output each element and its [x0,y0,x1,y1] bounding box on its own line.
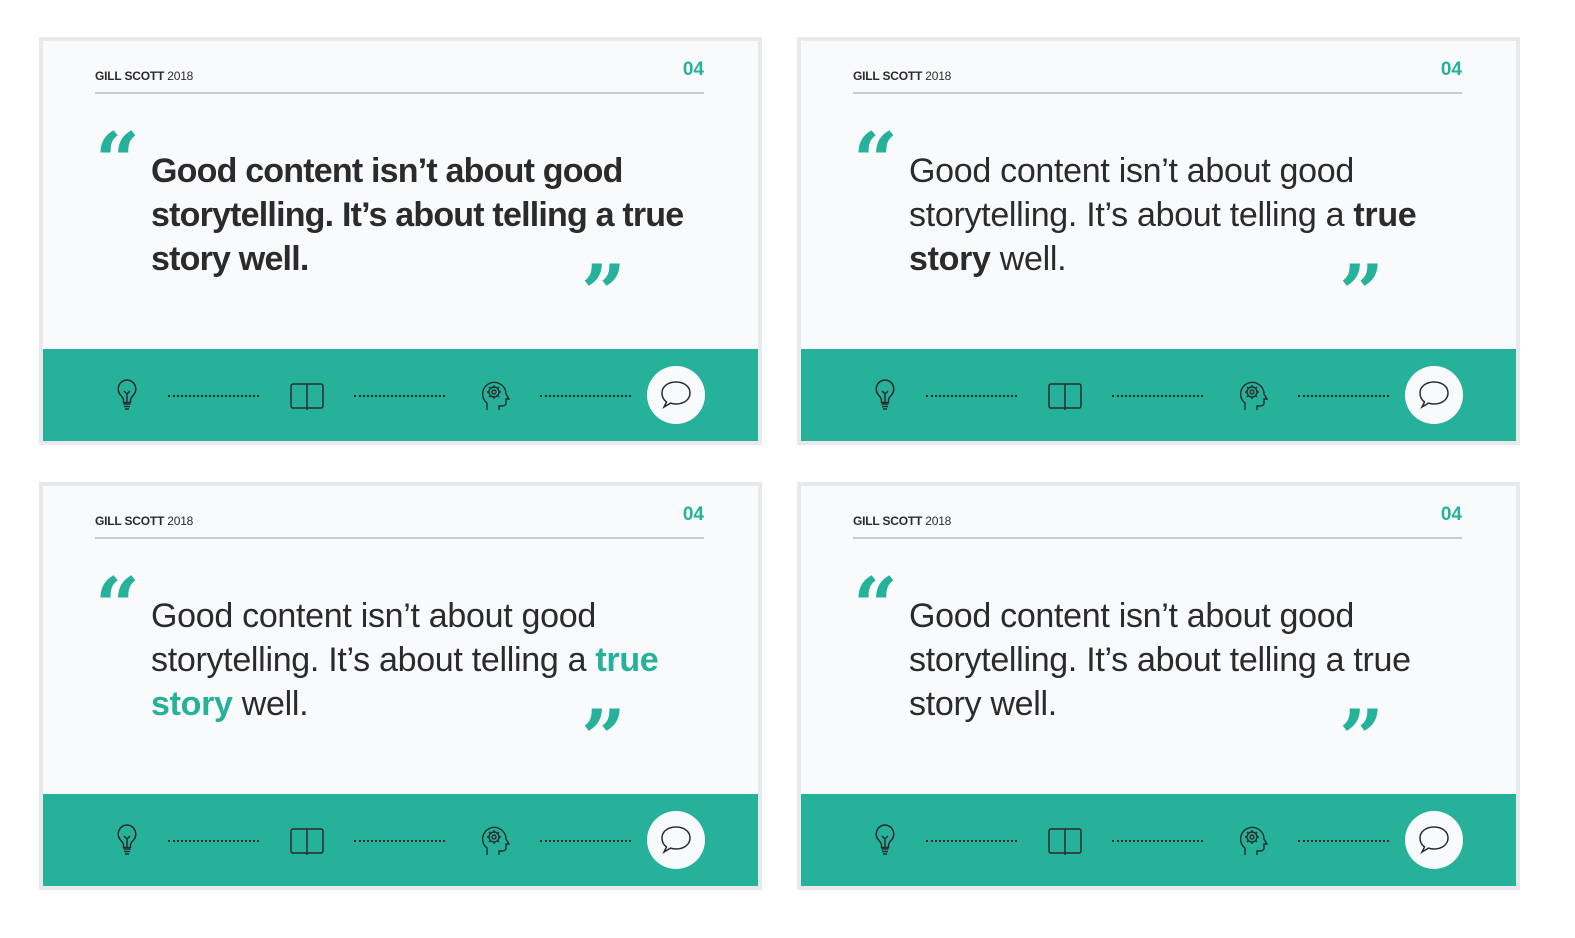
dotted-connector [1112,395,1203,397]
slide-card-highlight-bold: GILL SCOTT 2018 04 “ Good content isn’t … [797,37,1520,445]
head-gear-icon [477,375,513,415]
progress-band [801,349,1516,441]
slide-header: GILL SCOTT 2018 04 [95,504,704,539]
head-gear-icon [1235,375,1271,415]
head-gear-icon [477,820,513,860]
book-icon [1047,375,1083,415]
dotted-connector [1112,840,1203,842]
dotted-connector [540,840,631,842]
book-icon [1047,820,1083,860]
open-quote-mark: “ [95,561,140,652]
dotted-connector [354,840,445,842]
dotted-connector [1298,840,1389,842]
dotted-connector [926,395,1017,397]
close-quote-mark: ” [1339,248,1384,339]
progress-band [43,794,758,886]
page-number: 04 [1440,59,1462,80]
open-quote-mark: “ [853,561,898,652]
dotted-connector [168,395,259,397]
brand-label: GILL SCOTT 2018 [853,514,952,528]
brand-label: GILL SCOTT 2018 [853,69,952,83]
dotted-connector [354,395,445,397]
close-quote-mark: ” [581,248,626,339]
lightbulb-icon [109,375,145,415]
brand-label: GILL SCOTT 2018 [95,514,194,528]
lightbulb-icon [867,820,903,860]
slide-card-highlight-green: GILL SCOTT 2018 04 “ Good content isn’t … [39,482,762,890]
progress-band [801,794,1516,886]
open-quote-mark: “ [95,116,140,207]
dotted-connector [540,395,631,397]
chat-bubble-icon [1419,381,1449,409]
page-number: 04 [682,504,704,525]
close-quote-mark: ” [1339,693,1384,784]
book-icon [289,375,325,415]
dotted-connector [1298,395,1389,397]
chat-bubble-icon [661,381,691,409]
chat-step-active[interactable] [647,811,705,869]
chat-step-active[interactable] [647,366,705,424]
chat-step-active[interactable] [1405,811,1463,869]
chat-bubble-icon [661,826,691,854]
slide-header: GILL SCOTT 2018 04 [95,59,704,94]
page-number: 04 [1440,504,1462,525]
open-quote-mark: “ [853,116,898,207]
page-number: 04 [682,59,704,80]
progress-band [43,349,758,441]
brand-label: GILL SCOTT 2018 [95,69,194,83]
dotted-connector [926,840,1017,842]
lightbulb-icon [109,820,145,860]
head-gear-icon [1235,820,1271,860]
slide-card-all-bold: GILL SCOTT 2018 04 “ Good content isn’t … [39,37,762,445]
dotted-connector [168,840,259,842]
slide-card-highlight-underline: GILL SCOTT 2018 04 “ Good content isn’t … [797,482,1520,890]
close-quote-mark: ” [581,693,626,784]
lightbulb-icon [867,375,903,415]
slide-header: GILL SCOTT 2018 04 [853,504,1462,539]
chat-bubble-icon [1419,826,1449,854]
book-icon [289,820,325,860]
slide-header: GILL SCOTT 2018 04 [853,59,1462,94]
chat-step-active[interactable] [1405,366,1463,424]
